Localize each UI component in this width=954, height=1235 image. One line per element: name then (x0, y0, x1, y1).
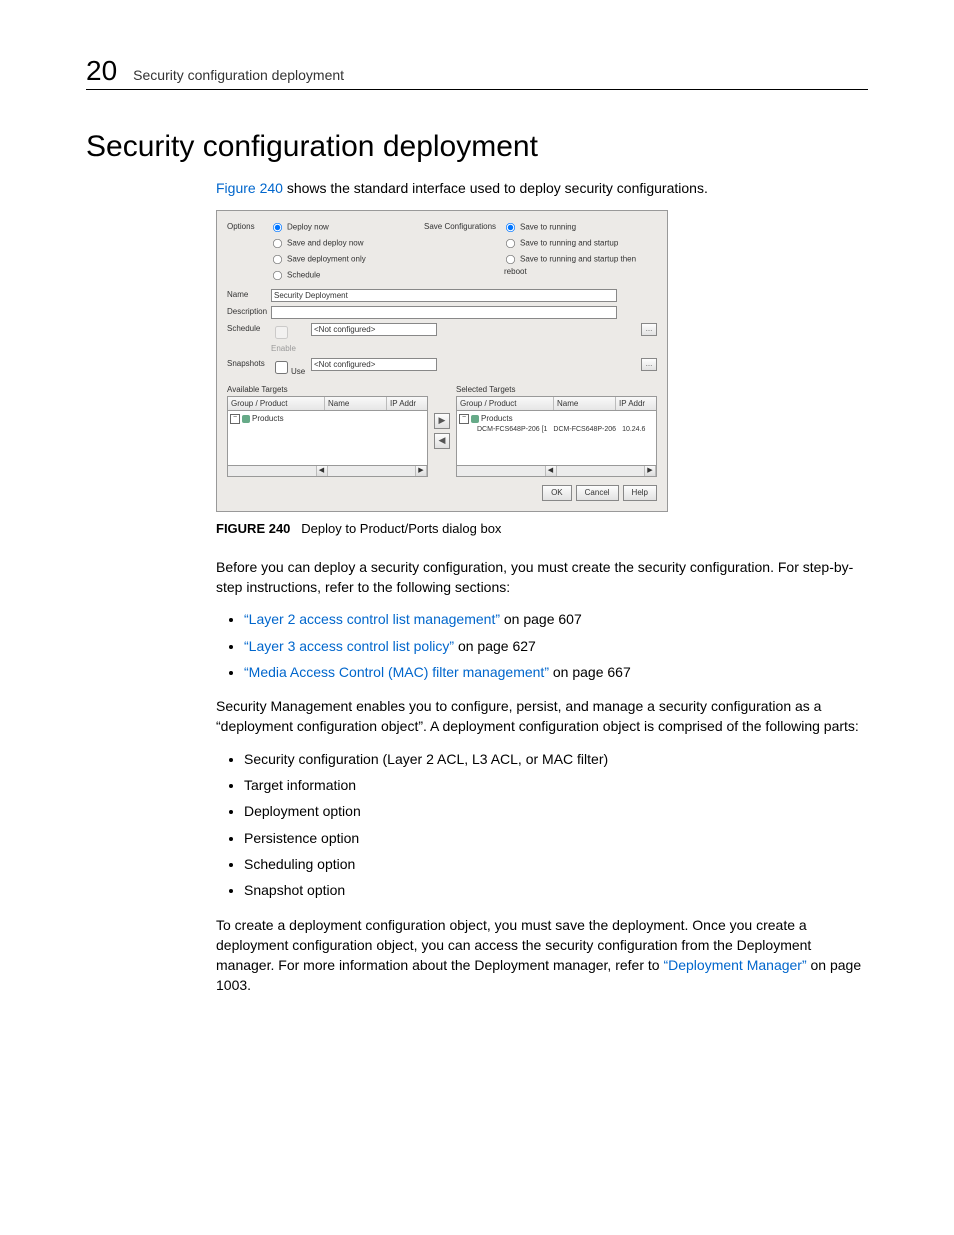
figure-label: FIGURE 240 (216, 521, 290, 536)
scroll-right-icon[interactable]: ▶ (644, 466, 656, 476)
plain-bullet-list: Security configuration (Layer 2 ACL, L3 … (216, 749, 868, 901)
intro-text: shows the standard interface used to dep… (283, 180, 708, 196)
last-paragraph: To create a deployment configuration obj… (216, 915, 868, 996)
add-target-button[interactable]: ▶ (434, 413, 450, 429)
list-item: Security configuration (Layer 2 ACL, L3 … (244, 749, 868, 769)
tree-collapse-icon[interactable]: − (230, 414, 240, 424)
scroll-left-icon[interactable]: ◀ (316, 466, 328, 476)
name-input[interactable]: Security Deployment (271, 289, 617, 302)
link-bullet-list: “Layer 2 access control list management”… (216, 609, 868, 682)
selected-targets-list[interactable]: − Products DCM-FCS648P-206 [1 DCM-FCS648… (456, 411, 657, 466)
options-label: Options (227, 221, 271, 285)
snapshots-label: Snapshots (227, 358, 271, 378)
tree-collapse-icon[interactable]: − (459, 414, 469, 424)
selected-targets-header: Group / Product Name IP Addr (456, 396, 657, 412)
selected-target-item[interactable]: DCM-FCS648P-206 [1 DCM-FCS648P-206 10.24… (477, 425, 654, 435)
list-item: “Layer 2 access control list management”… (244, 609, 868, 629)
xref-link[interactable]: “Media Access Control (MAC) filter manag… (244, 664, 549, 680)
snapshots-use-checkbox[interactable]: Use (271, 358, 311, 378)
snapshots-browse-button[interactable]: … (641, 358, 657, 371)
intro-paragraph: Figure 240 shows the standard interface … (216, 178, 868, 198)
folder-icon (471, 415, 479, 423)
schedule-browse-button[interactable]: … (641, 323, 657, 336)
radio-save-deploy-now[interactable]: Save and deploy now (271, 237, 424, 250)
xref-link[interactable]: “Deployment Manager” (663, 957, 806, 973)
mgmt-paragraph: Security Management enables you to confi… (216, 696, 868, 737)
selected-products-node[interactable]: − Products (459, 413, 654, 425)
folder-icon (242, 415, 250, 423)
description-label: Description (227, 306, 271, 319)
selected-targets-label: Selected Targets (456, 384, 657, 396)
available-targets-header: Group / Product Name IP Addr (227, 396, 428, 412)
selected-hscroll[interactable]: ◀ ▶ (456, 466, 657, 477)
schedule-label: Schedule (227, 323, 271, 354)
save-config-label: Save Configurations (424, 221, 504, 285)
radio-save-only[interactable]: Save deployment only (271, 253, 424, 266)
list-item: Persistence option (244, 828, 868, 848)
chapter-title: Security configuration deployment (133, 67, 344, 83)
list-item: Scheduling option (244, 854, 868, 874)
list-item: “Layer 3 access control list policy” on … (244, 636, 868, 656)
radio-save-running[interactable]: Save to running (504, 221, 657, 234)
snapshots-config-input[interactable]: <Not configured> (311, 358, 437, 371)
scroll-left-icon[interactable]: ◀ (545, 466, 557, 476)
list-item: Target information (244, 775, 868, 795)
cancel-button[interactable]: Cancel (576, 485, 619, 501)
name-label: Name (227, 289, 271, 302)
ok-button[interactable]: OK (542, 485, 572, 501)
schedule-config-input[interactable]: <Not configured> (311, 323, 437, 336)
available-targets-list[interactable]: − Products (227, 411, 428, 466)
schedule-enable-checkbox: Enable (271, 323, 311, 354)
xref-link[interactable]: “Layer 3 access control list policy” (244, 638, 454, 654)
list-item: Deployment option (244, 801, 868, 821)
chapter-number: 20 (86, 55, 117, 87)
list-item: “Media Access Control (MAC) filter manag… (244, 662, 868, 682)
figure-caption-text: Deploy to Product/Ports dialog box (301, 521, 501, 536)
description-input[interactable] (271, 306, 617, 319)
xref-link[interactable]: “Layer 2 access control list management” (244, 611, 500, 627)
radio-schedule[interactable]: Schedule (271, 269, 424, 282)
figure-ref-link[interactable]: Figure 240 (216, 180, 283, 196)
list-item: Snapshot option (244, 880, 868, 900)
available-products-node[interactable]: − Products (230, 413, 425, 425)
deploy-dialog: Options Deploy now Save and deploy now S… (216, 210, 668, 512)
radio-save-running-startup[interactable]: Save to running and startup (504, 237, 657, 250)
available-hscroll[interactable]: ◀ ▶ (227, 466, 428, 477)
before-links-paragraph: Before you can deploy a security configu… (216, 557, 868, 598)
help-button[interactable]: Help (623, 485, 657, 501)
remove-target-button[interactable]: ◀ (434, 433, 450, 449)
section-heading: Security configuration deployment (86, 130, 868, 164)
running-header: 20 Security configuration deployment (86, 55, 868, 90)
radio-deploy-now[interactable]: Deploy now (271, 221, 424, 234)
scroll-right-icon[interactable]: ▶ (415, 466, 427, 476)
radio-save-running-startup-reboot[interactable]: Save to running and startup then reboot (504, 253, 657, 278)
available-targets-label: Available Targets (227, 384, 428, 396)
figure-caption: FIGURE 240 Deploy to Product/Ports dialo… (216, 520, 868, 539)
